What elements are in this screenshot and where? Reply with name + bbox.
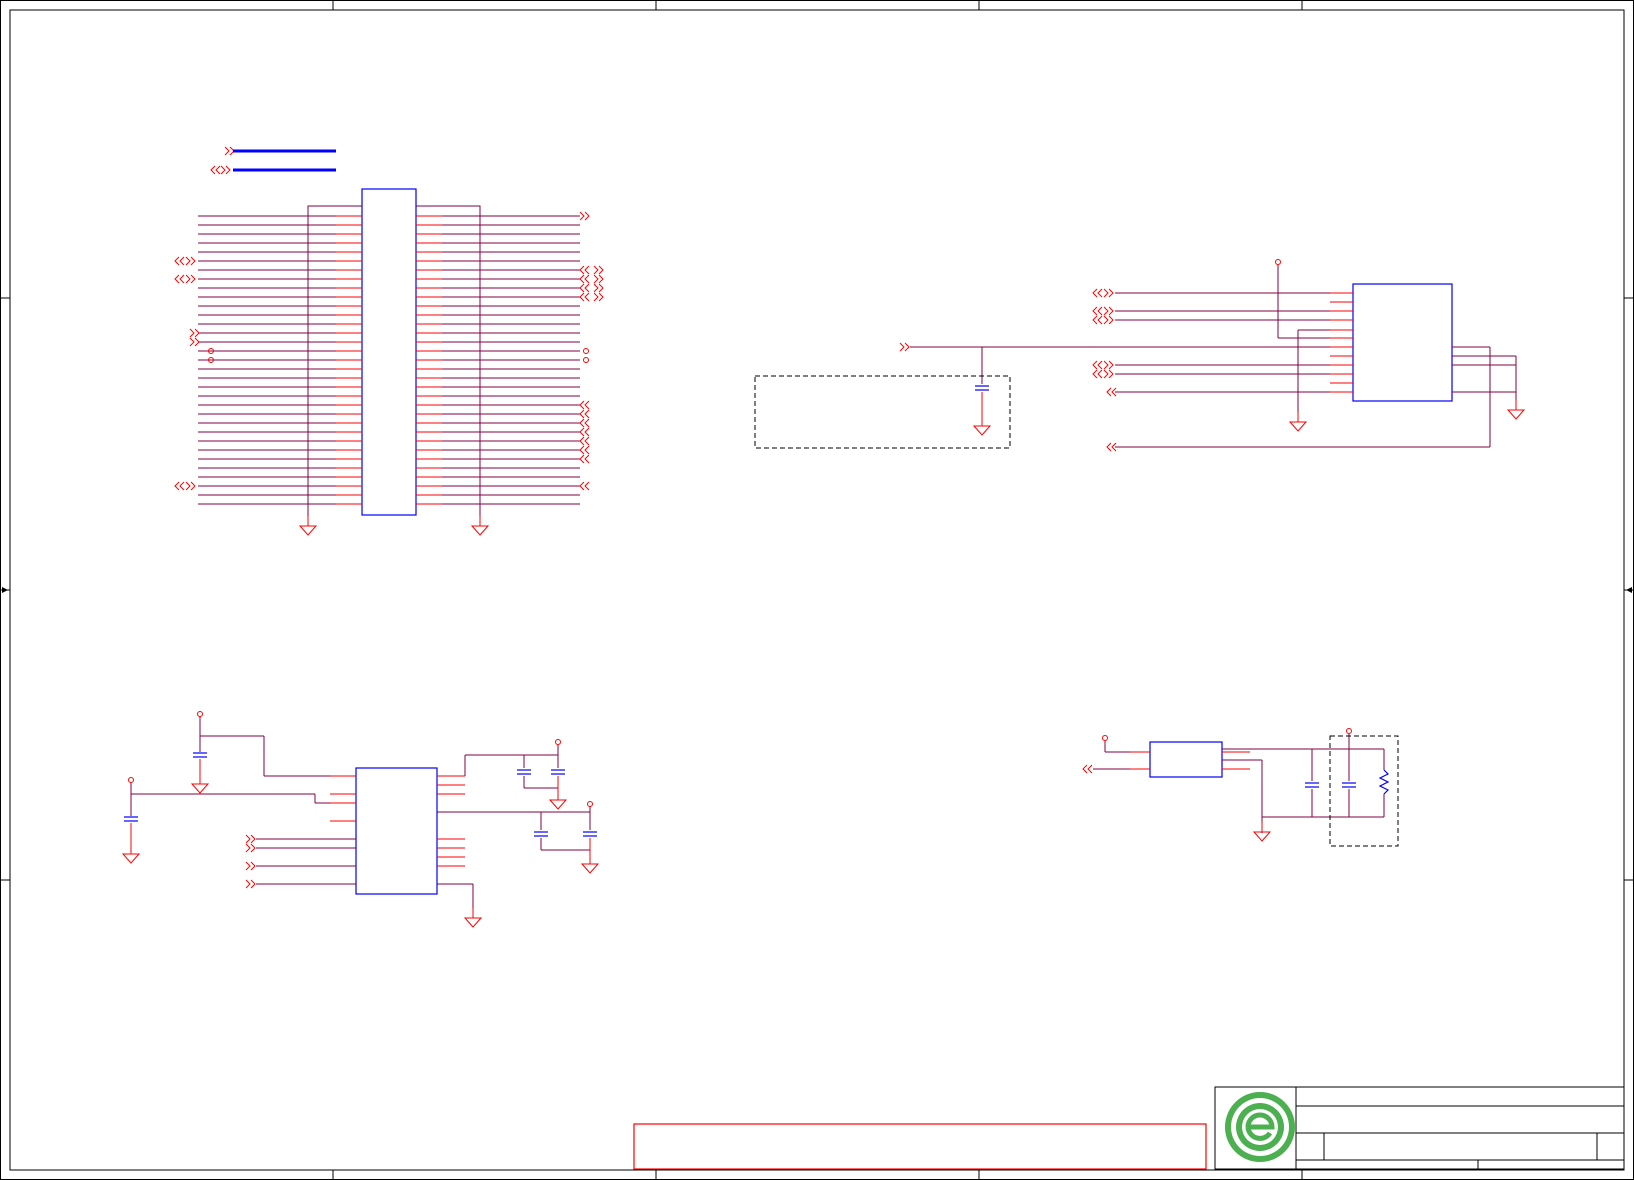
port-arrow xyxy=(579,427,590,437)
sheet-border xyxy=(0,0,1634,1180)
port-arrow xyxy=(185,274,196,284)
net-terminal xyxy=(583,357,589,363)
gnd-rail xyxy=(307,205,362,518)
document-number-field xyxy=(1300,1116,1580,1134)
regulator-block xyxy=(122,711,599,928)
port-arrow xyxy=(579,274,604,284)
port-arrow xyxy=(579,265,604,275)
connector-body xyxy=(361,188,417,516)
connector-block xyxy=(174,146,604,536)
ic-body xyxy=(355,767,438,895)
note-box xyxy=(633,1123,1207,1170)
port-arrow xyxy=(174,274,185,284)
ic-body xyxy=(1149,741,1223,778)
port-arrow xyxy=(579,481,590,491)
filter-cap-block xyxy=(754,342,1350,449)
port-arrow xyxy=(579,283,604,293)
net-terminal xyxy=(583,348,589,354)
port-arrow xyxy=(579,445,590,455)
green-e-logo-icon xyxy=(1225,1092,1295,1162)
gnd-rail xyxy=(416,205,481,518)
ic-body xyxy=(1352,283,1453,402)
ldo-block xyxy=(1082,728,1399,847)
port-arrow xyxy=(185,481,196,491)
port-arrow xyxy=(189,337,200,347)
port-arrow xyxy=(579,211,590,221)
io-expander-block xyxy=(1092,259,1525,452)
port-arrow xyxy=(579,409,590,419)
bus-arrow xyxy=(210,165,221,175)
port-arrow xyxy=(579,292,604,302)
port-arrow xyxy=(579,418,590,428)
title-field xyxy=(1300,1098,1580,1116)
port-arrow xyxy=(189,328,200,338)
title-block-text xyxy=(1300,1098,1580,1142)
port-arrow xyxy=(579,436,590,446)
schematic-sheet xyxy=(0,0,1634,1180)
port-arrow xyxy=(579,454,590,464)
bus-arrow xyxy=(224,146,235,156)
ground-icon xyxy=(471,515,489,536)
port-arrow xyxy=(174,481,185,491)
port-arrow xyxy=(174,256,185,266)
port-arrow xyxy=(579,400,590,410)
bus-arrow xyxy=(220,165,231,175)
ground-icon xyxy=(299,515,317,536)
port-arrow xyxy=(185,256,196,266)
